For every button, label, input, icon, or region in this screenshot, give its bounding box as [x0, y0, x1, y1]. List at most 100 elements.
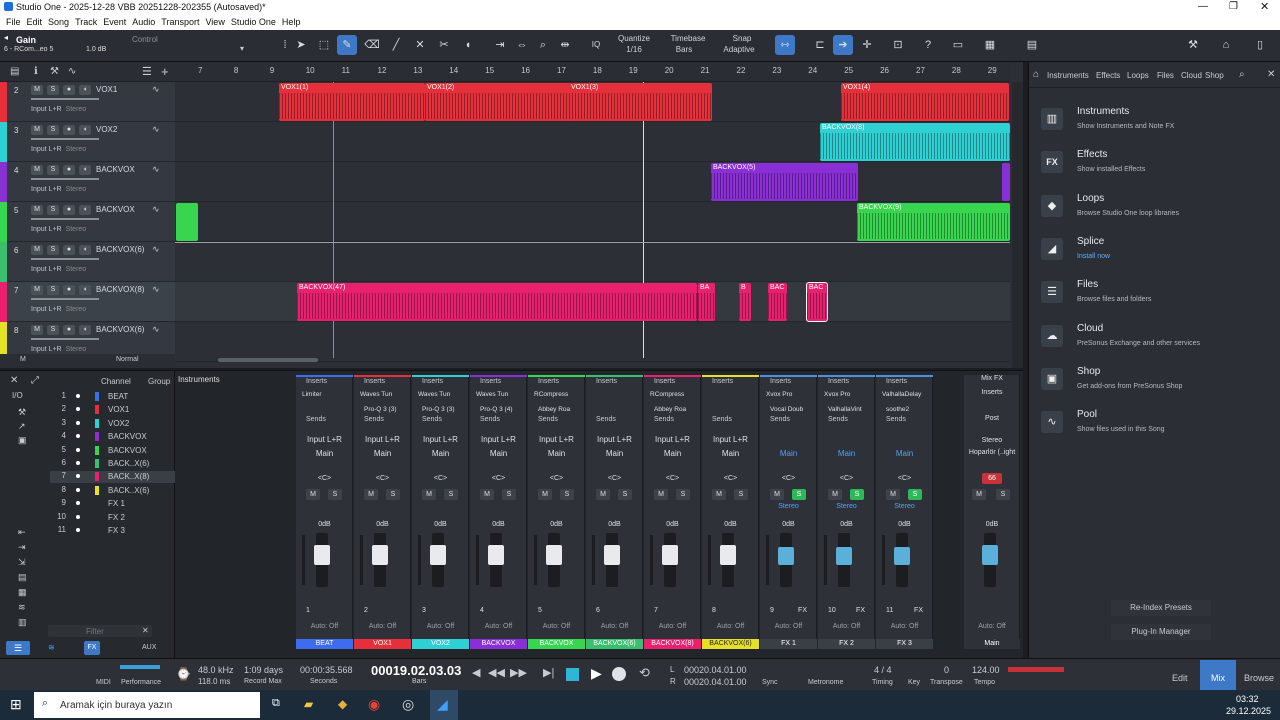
studio-one-taskbar-icon[interactable]: ◢ [430, 690, 458, 720]
mute-button[interactable]: M [31, 325, 43, 335]
sends-header[interactable]: Sends [538, 416, 558, 423]
automation-icon[interactable]: ∿ [68, 66, 76, 77]
audio-clip[interactable]: BACKVOX(9) [857, 203, 1010, 241]
automation-icon[interactable]: ∿ [152, 324, 160, 335]
mute-button[interactable]: M [422, 489, 436, 500]
output-select[interactable]: Main [586, 449, 643, 458]
channel-list-row[interactable]: 6 BACK..X(6) [50, 458, 175, 470]
automation-mode[interactable]: Auto: Off [528, 623, 585, 630]
menu-item-help[interactable]: Help [282, 17, 301, 27]
solo-button[interactable]: S [734, 489, 748, 500]
automation-mode[interactable]: Auto: Off [470, 623, 527, 630]
mute-button[interactable]: M [31, 285, 43, 295]
track-lane[interactable] [175, 322, 1010, 362]
chevron-down-icon[interactable]: ▾ [240, 44, 244, 53]
volume-readout[interactable]: 0dB [586, 521, 643, 528]
channel-list-row[interactable]: 4 BACKVOX [50, 431, 175, 443]
mix-view-button[interactable]: Mix [1200, 660, 1236, 690]
mute-button[interactable]: M [886, 489, 900, 500]
channel-name-label[interactable]: FX 2 [818, 639, 875, 649]
solo-button[interactable]: S [502, 489, 516, 500]
keyboard-icon[interactable]: ▦ [18, 587, 27, 598]
mute-button[interactable]: M [654, 489, 668, 500]
bars-icon[interactable]: ▥ [18, 617, 27, 628]
track-header[interactable]: 5 M S ● ◖ BACKVOX ∿ Input L+R Stereo [0, 202, 175, 242]
wave-icon[interactable]: ≋ [18, 602, 26, 613]
sends-header[interactable]: Sends [828, 416, 848, 423]
volume-fader[interactable] [720, 533, 736, 587]
aux-view[interactable]: AUX [142, 644, 156, 651]
insert-slot[interactable]: Waves Tun [354, 391, 411, 398]
channel-list-row[interactable]: 7 BACK..X(8) [50, 471, 175, 484]
browser-tab-shop[interactable]: Shop [1205, 71, 1224, 80]
solo-button[interactable]: S [47, 245, 59, 255]
range-tool-icon[interactable]: ⬚ [314, 35, 334, 55]
track-header[interactable]: 4 M S ● ◖ BACKVOX ∿ Input L+R Stereo [0, 162, 175, 202]
track-input[interactable]: Input L+R Stereo [31, 106, 86, 113]
pin-icon[interactable]: ⇤ [18, 527, 26, 538]
wrench-icon[interactable]: ⚒ [50, 66, 59, 77]
io-label[interactable]: I/O [12, 391, 23, 400]
sends-header[interactable]: Sends [480, 416, 500, 423]
pan-control[interactable]: <C> [354, 475, 411, 482]
visibility-dot[interactable] [76, 514, 80, 519]
channel-name-label[interactable]: FX 3 [876, 639, 933, 649]
fader-cap[interactable] [488, 545, 504, 565]
record-arm-button[interactable]: ● [63, 245, 75, 255]
channel-list-row[interactable]: 5 BACKVOX [50, 445, 175, 457]
automation-icon[interactable]: ∿ [152, 84, 160, 95]
listen-tool-icon[interactable]: ◖ [458, 35, 478, 55]
fader-cap[interactable] [430, 545, 446, 565]
record-icon[interactable] [612, 667, 626, 681]
audio-clip[interactable]: BAC [768, 283, 787, 321]
visibility-dot[interactable] [76, 407, 80, 412]
bars-display[interactable]: 00019.02.03.03 [371, 663, 461, 678]
mute-button[interactable]: M [480, 489, 494, 500]
browser-item-cloud[interactable]: ☁ Cloud PreSonus Exchange and other servic… [1039, 321, 1274, 363]
volume-readout[interactable]: 0dB [702, 521, 759, 528]
browser-item-shop[interactable]: ▣ Shop Get add-ons from PreSonus Shop [1039, 364, 1274, 406]
audio-clip[interactable] [1002, 163, 1010, 201]
audio-clip[interactable]: BACKVOX(47) [297, 283, 697, 321]
automation-icon[interactable]: ∿ [152, 164, 160, 175]
output-select[interactable]: Hoparlör (..ight [964, 449, 1020, 456]
post-label[interactable]: Post [964, 415, 1020, 422]
output-select[interactable]: Main [818, 449, 875, 458]
track-name[interactable]: BACKVOX [96, 165, 135, 174]
insert-slot[interactable]: RCompress [644, 391, 701, 398]
menu-item-view[interactable]: View [205, 17, 224, 27]
visibility-dot[interactable] [76, 394, 80, 398]
solo-button[interactable]: S [47, 125, 59, 135]
input-select[interactable]: Input L+R [354, 435, 411, 444]
arrow-icon[interactable]: ↗ [18, 421, 26, 432]
pan-control[interactable]: <C> [412, 475, 469, 482]
track-volume-slider[interactable] [31, 178, 99, 180]
browser-tab-files[interactable]: Files [1157, 71, 1174, 80]
volume-fader[interactable] [604, 533, 620, 587]
mute-button[interactable]: M [31, 85, 43, 95]
play-icon[interactable]: ▶ [591, 665, 602, 682]
channel-name-label[interactable]: BACKVOX [528, 639, 585, 649]
timeline-ruler[interactable]: 7 8 9 10 11 12 13 14 15 16 17 18 19 20 21 22 23 24 25 26 27 2… [175, 62, 1010, 82]
menu-item-edit[interactable]: Edit [27, 17, 43, 27]
record-arm-button[interactable]: ● [63, 165, 75, 175]
sends-header[interactable]: Sends [364, 416, 384, 423]
browser-item-splice[interactable]: ◢ Splice Install now [1039, 234, 1274, 276]
search-icon[interactable]: ⌕ [1239, 69, 1245, 80]
automation-icon[interactable]: ∿ [152, 124, 160, 135]
volume-readout[interactable]: 0dB [644, 521, 701, 528]
track-lane[interactable] [175, 242, 1010, 282]
performance-label[interactable]: Performance [121, 679, 161, 686]
track-header[interactable]: 7 M S ● ◖ BACKVOX(8) ∿ Input L+R Stereo [0, 282, 175, 322]
audio-clip[interactable] [176, 203, 198, 241]
volume-fader[interactable] [778, 533, 794, 587]
close-icon[interactable]: ✕ [10, 375, 18, 386]
channel-list-row[interactable]: 1 BEAT [50, 391, 175, 403]
track-name[interactable]: BACKVOX(8) [96, 285, 144, 294]
insert-slot[interactable]: RCompress [528, 391, 585, 398]
inserts-header[interactable]: Inserts [586, 375, 643, 386]
track-volume-slider[interactable] [31, 98, 99, 100]
browser-item-pool[interactable]: ∿ Pool Show files used in this Song [1039, 407, 1274, 449]
loop-end[interactable]: 00020.04.01.00 [684, 677, 747, 687]
pan-control[interactable]: <C> [818, 475, 875, 482]
